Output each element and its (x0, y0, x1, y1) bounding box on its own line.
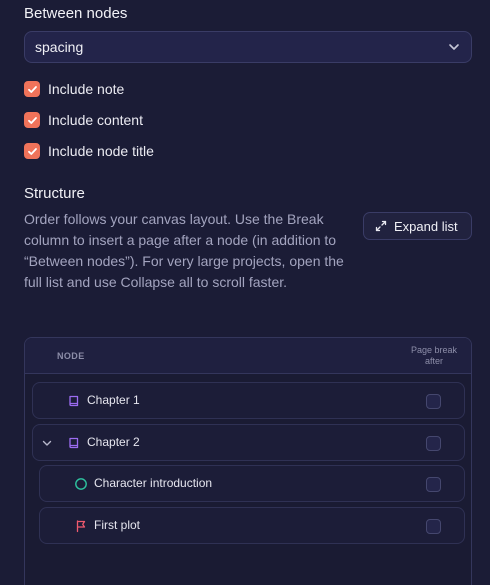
node-label: Character introduction (94, 476, 213, 490)
include-content-label: Include content (48, 112, 143, 128)
table-row[interactable]: First plot (39, 507, 465, 544)
book-icon (69, 395, 79, 407)
structure-table: NODE Page break after Chapter 1 Chapter … (24, 337, 472, 585)
include-note-label: Include note (48, 81, 125, 97)
page-break-checkbox[interactable] (426, 477, 441, 492)
table-header: NODE Page break after (25, 338, 471, 374)
table-row[interactable]: Character introduction (39, 465, 465, 502)
select-value: spacing (35, 39, 84, 55)
expand-list-button[interactable]: Expand list (363, 212, 472, 240)
between-nodes-select[interactable]: spacing (24, 31, 472, 63)
include-node-title-checkbox[interactable] (24, 143, 40, 159)
chevron-down-icon[interactable] (41, 437, 53, 449)
circle-icon (75, 478, 87, 490)
node-label: Chapter 1 (87, 393, 140, 407)
include-node-title-label: Include node title (48, 143, 154, 159)
page-break-checkbox[interactable] (426, 436, 441, 451)
include-note-option[interactable]: Include note (24, 79, 124, 99)
between-nodes-label: Between nodes (24, 5, 128, 22)
page-break-checkbox[interactable] (426, 519, 441, 534)
check-icon (27, 85, 37, 93)
include-content-option[interactable]: Include content (24, 110, 143, 130)
include-note-checkbox[interactable] (24, 81, 40, 97)
expand-list-label: Expand list (394, 218, 458, 234)
table-row[interactable]: Chapter 1 (32, 382, 465, 419)
expand-icon (375, 220, 387, 232)
structure-title: Structure (24, 185, 85, 202)
column-header-page-break: Page break after (410, 345, 458, 366)
chevron-down-icon (449, 44, 459, 50)
table-row[interactable]: Chapter 2 (32, 424, 465, 461)
include-node-title-option[interactable]: Include node title (24, 141, 154, 161)
node-label: First plot (94, 518, 141, 532)
book-icon (69, 437, 79, 449)
node-label: Chapter 2 (87, 435, 140, 449)
page-break-checkbox[interactable] (426, 394, 441, 409)
check-icon (27, 116, 37, 124)
flag-icon (76, 520, 86, 533)
column-header-node: NODE (57, 351, 85, 361)
include-content-checkbox[interactable] (24, 112, 40, 128)
check-icon (27, 147, 37, 155)
structure-description: Order follows your canvas layout. Use th… (24, 211, 344, 290)
